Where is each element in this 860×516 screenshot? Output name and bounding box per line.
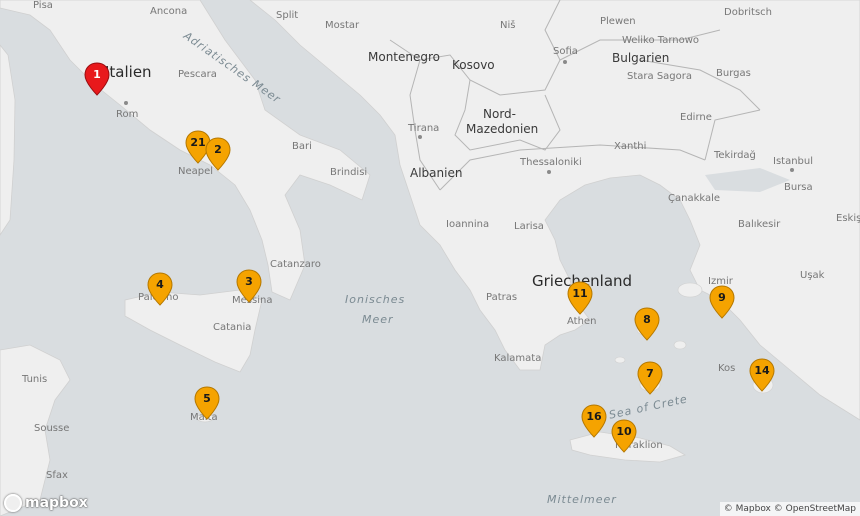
map-marker-4[interactable]: 4 xyxy=(147,272,173,306)
label-bulgarien: Bulgarien xyxy=(612,51,670,65)
label-ionian-1: Ionisches xyxy=(345,293,406,306)
label-pisa: Pisa xyxy=(33,0,53,11)
label-rom: Rom xyxy=(116,109,139,120)
map-marker-16[interactable]: 16 xyxy=(581,404,607,438)
map-marker-3[interactable]: 3 xyxy=(236,269,262,303)
label-mostar: Mostar xyxy=(325,20,360,31)
label-burgas: Burgas xyxy=(716,68,751,79)
label-xanthi: Xanthi xyxy=(614,141,647,152)
label-catania: Catania xyxy=(213,322,252,333)
label-weliko: Weliko Tarnowo xyxy=(622,35,700,46)
label-mittelmeer: Mittelmeer xyxy=(547,493,617,506)
label-pescara: Pescara xyxy=(178,69,217,80)
label-albanien: Albanien xyxy=(410,166,463,180)
map-marker-2[interactable]: 2 xyxy=(205,137,231,171)
mapbox-logo-text: mapbox xyxy=(25,495,88,511)
city-dot xyxy=(790,168,794,172)
label-plewen: Plewen xyxy=(600,16,636,27)
marker-label: 5 xyxy=(203,392,211,405)
label-catanzaro: Catanzaro xyxy=(270,259,321,270)
marker-label: 10 xyxy=(616,425,632,438)
map-marker-8[interactable]: 8 xyxy=(634,307,660,341)
city-dot xyxy=(124,101,128,105)
map-marker-9[interactable]: 9 xyxy=(709,285,735,319)
label-nord-2: Mazedonien xyxy=(466,122,539,136)
land-island xyxy=(673,340,687,350)
label-sfax: Sfax xyxy=(46,470,68,481)
map-marker-1[interactable]: 1 xyxy=(84,62,110,96)
label-edirne: Edirne xyxy=(680,112,712,123)
map-marker-7[interactable]: 7 xyxy=(637,361,663,395)
label-istanbul: Istanbul xyxy=(773,156,814,167)
land-island xyxy=(677,282,703,298)
marker-label: 2 xyxy=(214,143,222,156)
map-attribution[interactable]: © Mapbox © OpenStreetMap xyxy=(719,502,860,516)
label-tunis: Tunis xyxy=(22,374,48,385)
label-nord-1: Nord- xyxy=(483,107,516,121)
label-usak: Uşak xyxy=(800,270,825,281)
marker-label: 16 xyxy=(586,410,602,423)
mapbox-logo[interactable]: mapbox xyxy=(4,494,88,512)
label-split: Split xyxy=(276,10,299,21)
marker-label: 1 xyxy=(93,68,101,81)
label-brindisi: Brindisi xyxy=(330,167,368,178)
label-patras: Patras xyxy=(486,292,518,303)
mapbox-logo-icon xyxy=(4,494,22,512)
marker-label: 4 xyxy=(156,278,164,291)
label-larisa: Larisa xyxy=(514,221,544,232)
label-ioannina: Ioannina xyxy=(446,219,490,230)
label-sousse: Sousse xyxy=(34,423,70,434)
label-balikesir: Balıkesir xyxy=(738,219,781,230)
marker-label: 11 xyxy=(572,287,588,300)
land-island xyxy=(614,356,626,364)
label-tekirdag: Tekirdağ xyxy=(714,150,756,161)
map-marker-11[interactable]: 11 xyxy=(567,281,593,315)
label-sofia: Sofia xyxy=(553,46,578,57)
label-kalamata: Kalamata xyxy=(494,353,542,364)
label-eskis: Eskiş xyxy=(836,213,860,224)
map-marker-5[interactable]: 5 xyxy=(194,386,220,420)
label-montenegro: Montenegro xyxy=(368,50,441,64)
map-canvas[interactable]: Pisa Ancona Split Mostar Niš Plewen Dobr… xyxy=(0,0,860,516)
map-marker-14[interactable]: 14 xyxy=(749,358,775,392)
label-ancona: Ancona xyxy=(150,6,188,17)
city-dot xyxy=(547,170,551,174)
label-ionian-2: Meer xyxy=(362,313,394,326)
map-marker-10[interactable]: 10 xyxy=(611,419,637,453)
city-dot xyxy=(418,135,422,139)
label-tirana: Tirana xyxy=(408,123,440,134)
marker-label: 7 xyxy=(646,367,654,380)
label-bursa: Bursa xyxy=(784,182,813,193)
label-kosovo: Kosovo xyxy=(452,58,495,72)
label-canakkale: Çanakkale xyxy=(668,193,721,204)
marker-label: 3 xyxy=(245,275,253,288)
label-stara: Stara Sagora xyxy=(627,71,692,82)
label-dobritsch: Dobritsch xyxy=(724,7,773,18)
label-bari: Bari xyxy=(292,141,312,152)
marker-label: 14 xyxy=(754,364,770,377)
label-nis: Niš xyxy=(500,20,516,31)
city-dot xyxy=(563,60,567,64)
marker-label: 9 xyxy=(718,291,726,304)
label-thessaloniki: Thessaloniki xyxy=(520,157,582,168)
label-kos: Kos xyxy=(718,363,736,374)
label-italien: Italien xyxy=(105,63,152,81)
label-athen: Athen xyxy=(567,316,597,327)
marker-label: 8 xyxy=(643,313,651,326)
